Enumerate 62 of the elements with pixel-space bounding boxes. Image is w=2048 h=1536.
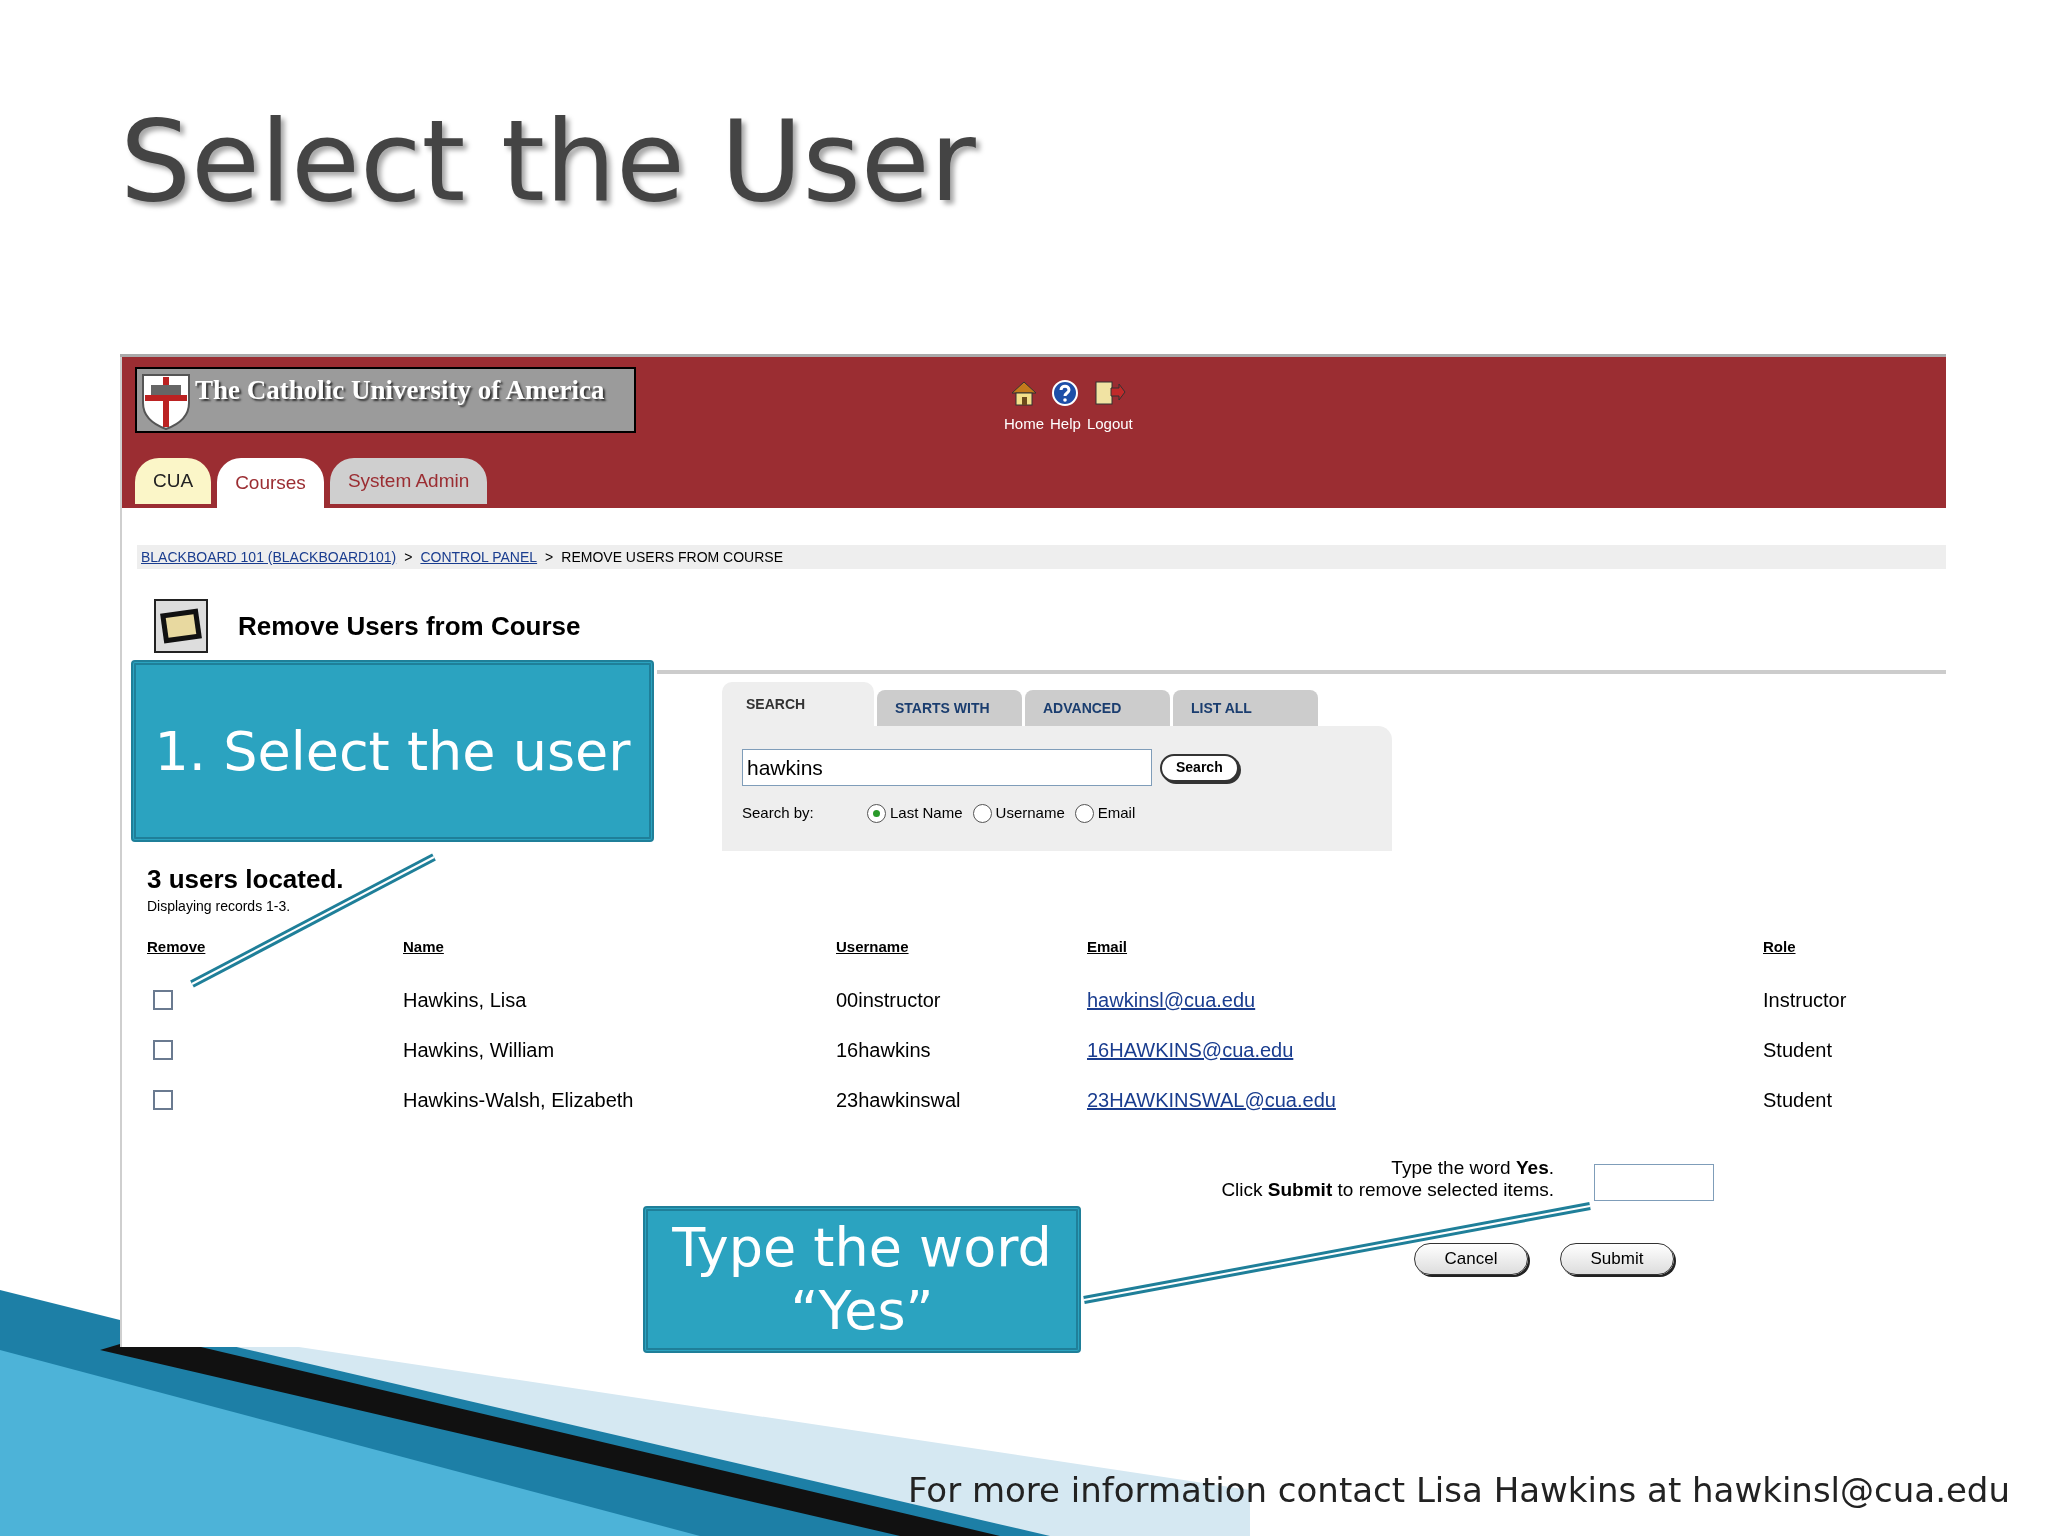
breadcrumb-link[interactable]: BLACKBOARD 101 (BLACKBOARD101) [141, 546, 397, 568]
email-link[interactable]: 16HAWKINS@cua.edu [1087, 1034, 1294, 1065]
records-info: Displaying records 1-3. [147, 896, 292, 916]
nav-tab[interactable]: Courses [217, 458, 324, 508]
radio-label: Username [995, 803, 1065, 823]
university-name: The Catholic University of America [195, 374, 605, 404]
breadcrumb-separator: > [404, 547, 413, 567]
nav-tab[interactable]: CUA [135, 458, 212, 504]
column-header[interactable]: Email [1087, 937, 1128, 955]
table-cell-text: Hawkins-Walsh, Elizabeth [403, 1087, 634, 1113]
help-icon [1051, 379, 1080, 407]
search-field[interactable]: hawkins [742, 749, 1152, 786]
radio-button[interactable] [1074, 803, 1094, 823]
house-icon [1009, 379, 1039, 407]
search-tab[interactable]: SEARCH [722, 682, 874, 726]
search-tab[interactable]: LIST ALL [1173, 690, 1318, 726]
confirm-instruction: Click Submit to remove selected items. [1221, 1178, 1554, 1201]
form-button[interactable]: Cancel [1414, 1242, 1528, 1275]
radio-label: Last Name [890, 803, 963, 823]
nav-tab[interactable]: System Admin [329, 458, 488, 504]
column-header[interactable]: Name [403, 937, 444, 955]
breadcrumb-link[interactable]: CONTROL PANEL [420, 546, 538, 568]
blackboard-logo-icon [154, 599, 208, 653]
checkbox[interactable] [153, 1039, 173, 1060]
door-arrow-icon [1092, 379, 1127, 407]
confirm-field[interactable] [1594, 1163, 1714, 1201]
callout-box: 1. Select the user [131, 660, 654, 842]
table-cell-text: Hawkins, Lisa [403, 987, 527, 1013]
table-cell-text: Instructor [1763, 987, 1847, 1013]
confirm-prompt: Type the word Yes. [1391, 1156, 1554, 1179]
checkbox[interactable] [153, 1089, 173, 1110]
email-link[interactable]: 23HAWKINSWAL@cua.edu [1087, 1084, 1336, 1115]
search-tab[interactable]: STARTS WITH [877, 690, 1022, 726]
slide-title: Select the User [120, 105, 976, 217]
table-cell-text: 16hawkins [836, 1037, 931, 1063]
slide-footer: For more information contact Lisa Hawkins at hawkinsl@cua.edu [908, 1465, 2010, 1516]
search-button[interactable]: Search [1160, 753, 1239, 782]
radio-button[interactable] [972, 803, 992, 823]
table-cell-text: Student [1763, 1037, 1832, 1063]
results-count: 3 users located. [147, 863, 345, 896]
search-tab[interactable]: ADVANCED [1025, 690, 1170, 726]
search-by-label: Search by: [742, 803, 815, 823]
page-heading: Remove Users from Course [238, 609, 581, 643]
table-cell-text: Hawkins, William [403, 1037, 555, 1063]
nav-link[interactable]: Help [1050, 379, 1081, 436]
table-cell-text: Student [1763, 1087, 1832, 1113]
column-header[interactable]: Username [836, 937, 909, 955]
table-cell-text: 23hawkinswal [836, 1087, 961, 1113]
nav-link[interactable]: Home [1004, 379, 1044, 436]
email-link[interactable]: hawkinsl@cua.edu [1087, 984, 1256, 1015]
callout-box: Type the word “Yes” [643, 1206, 1081, 1353]
table-cell-text: 00instructor [836, 987, 941, 1013]
nav-link[interactable]: Logout [1086, 379, 1133, 436]
radio-label: Email [1097, 803, 1136, 823]
breadcrumb-current: REMOVE USERS FROM COURSE [561, 547, 783, 567]
crest-icon [141, 373, 191, 431]
breadcrumb-separator: > [545, 547, 554, 567]
column-header[interactable]: Remove [147, 937, 206, 955]
form-button[interactable]: Submit [1560, 1242, 1674, 1275]
radio-button[interactable] [867, 803, 886, 823]
column-header[interactable]: Role [1763, 937, 1796, 955]
checkbox[interactable] [153, 989, 173, 1010]
